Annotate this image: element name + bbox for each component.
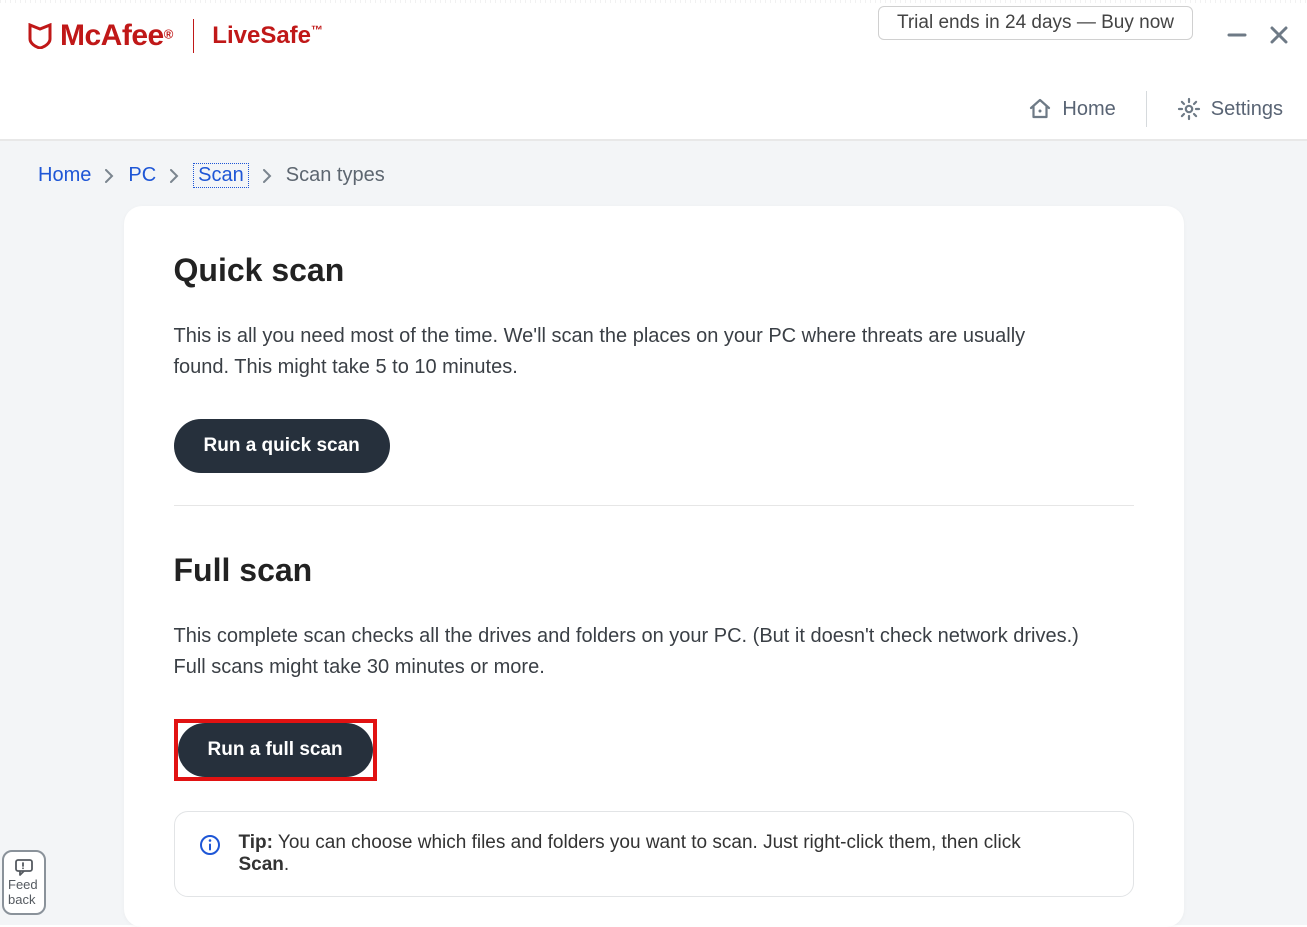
nav-settings[interactable]: Settings: [1177, 97, 1283, 121]
tip-text: Tip: You can choose which files and fold…: [239, 832, 1021, 876]
close-button[interactable]: [1265, 21, 1293, 49]
nav-divider: [1146, 91, 1147, 127]
header-nav: Home Settings: [1028, 91, 1283, 127]
home-icon: [1028, 97, 1052, 121]
gear-icon: [1177, 97, 1201, 121]
trial-status-pill[interactable]: Trial ends in 24 days — Buy now: [878, 6, 1193, 40]
chevron-right-icon: [170, 169, 179, 183]
brand-registered: ®: [164, 27, 174, 42]
brand-logo: McAfee®: [28, 19, 173, 53]
breadcrumb-scan[interactable]: Scan: [193, 163, 249, 188]
brand-divider: [193, 19, 194, 53]
nav-settings-label: Settings: [1211, 98, 1283, 121]
full-scan-title: Full scan: [174, 552, 1134, 589]
app-header: McAfee® LiveSafe™ Trial ends in 24 days …: [0, 3, 1307, 141]
brand-name: McAfee: [60, 19, 164, 52]
feedback-tab[interactable]: Feed back: [2, 850, 46, 915]
tip-box: Tip: You can choose which files and fold…: [174, 811, 1134, 897]
breadcrumb-pc[interactable]: PC: [128, 164, 156, 187]
mcafee-shield-icon: [28, 23, 52, 49]
nav-home-label: Home: [1062, 98, 1115, 121]
nav-home[interactable]: Home: [1028, 97, 1115, 121]
run-full-scan-button[interactable]: Run a full scan: [178, 723, 373, 777]
quick-scan-description: This is all you need most of the time. W…: [174, 321, 1084, 383]
info-icon: [199, 834, 221, 856]
breadcrumb-home[interactable]: Home: [38, 164, 91, 187]
feedback-icon: [13, 858, 35, 876]
run-quick-scan-button[interactable]: Run a quick scan: [174, 419, 390, 473]
breadcrumb: Home PC Scan Scan types: [0, 141, 1307, 206]
product-name: LiveSafe™: [212, 22, 323, 50]
breadcrumb-current: Scan types: [286, 164, 385, 187]
minimize-button[interactable]: [1223, 21, 1251, 49]
chevron-right-icon: [105, 169, 114, 183]
content-area: Home PC Scan Scan types Quick scan This …: [0, 141, 1307, 925]
chevron-right-icon: [263, 169, 272, 183]
full-scan-description: This complete scan checks all the drives…: [174, 621, 1084, 683]
quick-scan-title: Quick scan: [174, 252, 1134, 289]
main-card: Quick scan This is all you need most of …: [124, 206, 1184, 927]
section-divider: [174, 505, 1134, 506]
full-scan-highlight: Run a full scan: [174, 719, 377, 781]
